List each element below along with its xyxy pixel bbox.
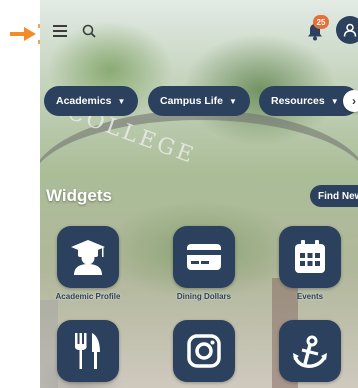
- credit-card-icon: [187, 244, 221, 270]
- chevron-down-icon: ▼: [330, 96, 339, 106]
- find-new-button[interactable]: Find New: [310, 185, 358, 207]
- widgets-title: Widgets: [46, 186, 112, 205]
- widget-tile[interactable]: [173, 226, 235, 288]
- anchor-icon: [293, 335, 327, 368]
- app-screen: COLLEGE 25 Academics ▼ Campus Life ▼ Res…: [40, 0, 358, 388]
- chevron-right-icon[interactable]: ›: [343, 90, 358, 112]
- widget-anchor[interactable]: [260, 320, 358, 386]
- widget-tile[interactable]: [57, 320, 119, 382]
- widget-tile[interactable]: [279, 320, 341, 382]
- fork-knife-icon: [75, 333, 100, 369]
- widget-instagram[interactable]: [154, 320, 254, 386]
- widget-dining-dollars[interactable]: Dining Dollars: [154, 226, 254, 301]
- graduate-icon: [71, 240, 105, 275]
- nav-pill-label: Resources: [271, 95, 325, 107]
- hamburger-menu-icon[interactable]: [48, 22, 72, 40]
- person-icon: [343, 23, 357, 37]
- widget-tile[interactable]: [173, 320, 235, 382]
- widget-academic-profile[interactable]: Academic Profile: [40, 226, 138, 301]
- calendar-icon: [295, 240, 325, 273]
- chevron-down-icon: ▼: [229, 96, 237, 106]
- nav-pill-label: Academics: [56, 95, 112, 107]
- widget-label: Academic Profile: [55, 292, 121, 301]
- search-icon[interactable]: [78, 20, 100, 42]
- widget-events[interactable]: Events: [260, 226, 358, 301]
- notification-count-badge: 25: [313, 15, 329, 29]
- nav-pill-label: Campus Life: [160, 95, 224, 107]
- instagram-icon: [187, 334, 221, 368]
- nav-pill-campus-life[interactable]: Campus Life ▼: [148, 86, 250, 116]
- left-margin: [0, 0, 40, 388]
- nav-pill-academics[interactable]: Academics ▼: [44, 86, 138, 116]
- widget-label: Dining Dollars: [176, 292, 232, 301]
- widget-tile[interactable]: [57, 226, 119, 288]
- widget-label: Events: [296, 292, 324, 301]
- widget-dining[interactable]: [40, 320, 138, 386]
- chevron-down-icon: ▼: [117, 96, 126, 106]
- widget-tile[interactable]: [279, 226, 341, 288]
- profile-avatar[interactable]: [336, 16, 358, 44]
